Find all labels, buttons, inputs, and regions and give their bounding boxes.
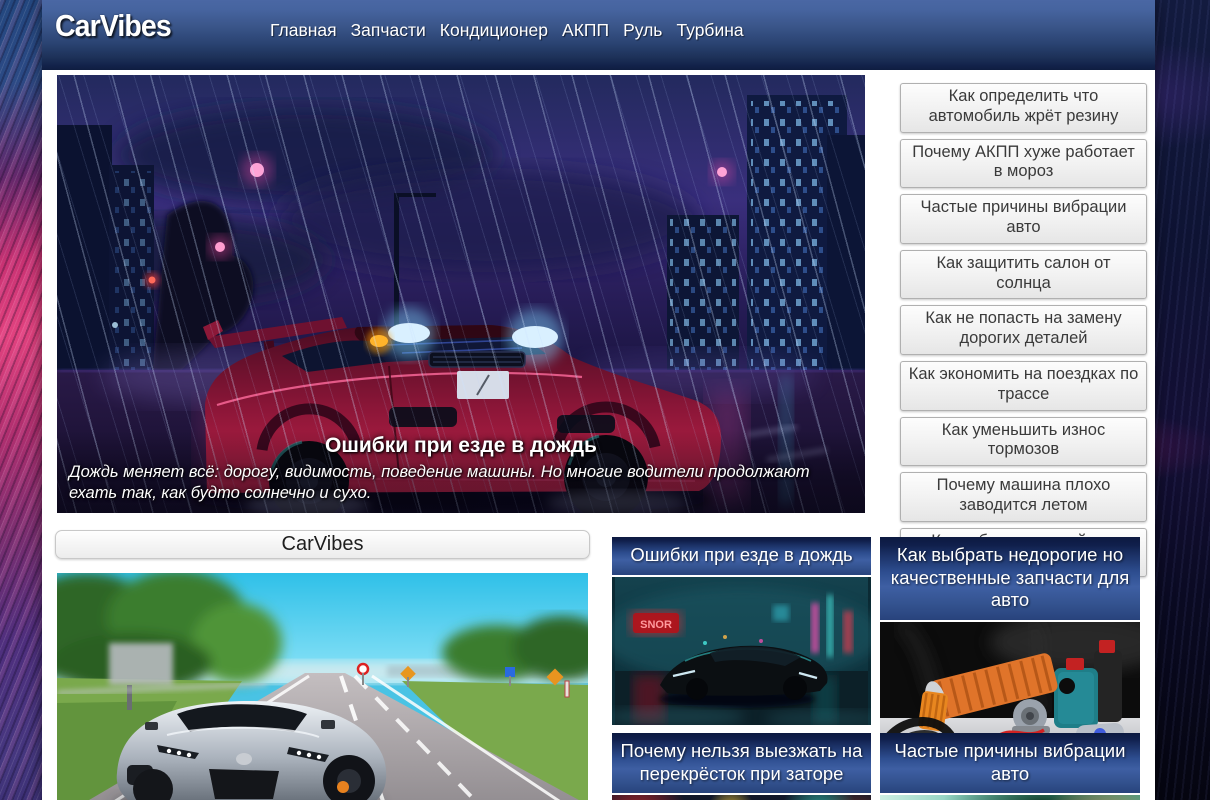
article-card-intersection: Почему нельзя выезжать на перекрёсток пр… bbox=[612, 733, 871, 800]
sidebar-item-brake-wear[interactable]: Как уменьшить износ тормозов bbox=[900, 417, 1147, 467]
neon-sign-text: SNOR bbox=[640, 619, 672, 631]
article-card-rain-image[interactable]: SNOR bbox=[612, 577, 871, 725]
article-card-rain: Ошибки при езде в дождь SNOR bbox=[612, 537, 871, 725]
hero-article-image[interactable]: Ошибки при езде в дождь Дождь меняет всё… bbox=[57, 75, 865, 513]
sidebar-article-list: Как определить что автомобиль жрёт резин… bbox=[900, 83, 1147, 577]
hero-subtitle: Дождь меняет всё: дорогу, видимость, пов… bbox=[69, 462, 853, 504]
nav-link-home[interactable]: Главная bbox=[270, 20, 337, 41]
hero-title: Ошибки при езде в дождь bbox=[69, 434, 853, 458]
article-card-parts-title[interactable]: Как выбрать недорогие но качественные за… bbox=[880, 537, 1140, 622]
article-card-vibration-image[interactable] bbox=[880, 795, 1140, 800]
article-card-rain-title[interactable]: Ошибки при езде в дождь bbox=[612, 537, 871, 577]
sidebar-item-vibration[interactable]: Частые причины вибрации авто bbox=[900, 194, 1147, 244]
sidebar-item-summer-start[interactable]: Почему машина плохо заводится летом bbox=[900, 472, 1147, 522]
top-navbar: CarVibes Главная Запчасти Кондиционер АК… bbox=[42, 0, 1155, 70]
article-card-parts: Как выбрать недорогие но качественные за… bbox=[880, 537, 1140, 761]
nav-link-turbo[interactable]: Турбина bbox=[676, 20, 743, 41]
article-card-intersection-title[interactable]: Почему нельзя выезжать на перекрёсток пр… bbox=[612, 733, 871, 795]
section-title-bar: CarVibes bbox=[55, 530, 590, 559]
hero-caption: Ошибки при езде в дождь Дождь меняет всё… bbox=[57, 430, 865, 513]
sidebar-item-expensive-parts[interactable]: Как не попасть на замену дорогих деталей bbox=[900, 305, 1147, 355]
main-navigation: Главная Запчасти Кондиционер АКПП Руль Т… bbox=[270, 0, 744, 60]
page-container: CarVibes Главная Запчасти Кондиционер АК… bbox=[42, 0, 1155, 800]
sidebar-item-akpp-frost[interactable]: Почему АКПП хуже работает в мороз bbox=[900, 139, 1147, 189]
highway-car-image[interactable] bbox=[57, 573, 588, 800]
nav-link-akpp[interactable]: АКПП bbox=[562, 20, 609, 41]
article-card-intersection-image[interactable] bbox=[612, 795, 871, 800]
article-card-vibration: Частые причины вибрации авто bbox=[880, 733, 1140, 800]
sidebar-item-sun-protection[interactable]: Как защитить салон от солнца bbox=[900, 250, 1147, 300]
nav-link-wheel[interactable]: Руль bbox=[623, 20, 662, 41]
nav-link-conditioner[interactable]: Кондиционер bbox=[440, 20, 548, 41]
site-logo[interactable]: CarVibes bbox=[55, 8, 171, 44]
sidebar-item-tire-wear[interactable]: Как определить что автомобиль жрёт резин… bbox=[900, 83, 1147, 133]
nav-link-parts[interactable]: Запчасти bbox=[351, 20, 426, 41]
sidebar-item-highway-economy[interactable]: Как экономить на поездках по трассе bbox=[900, 361, 1147, 411]
article-card-vibration-title[interactable]: Частые причины вибрации авто bbox=[880, 733, 1140, 795]
